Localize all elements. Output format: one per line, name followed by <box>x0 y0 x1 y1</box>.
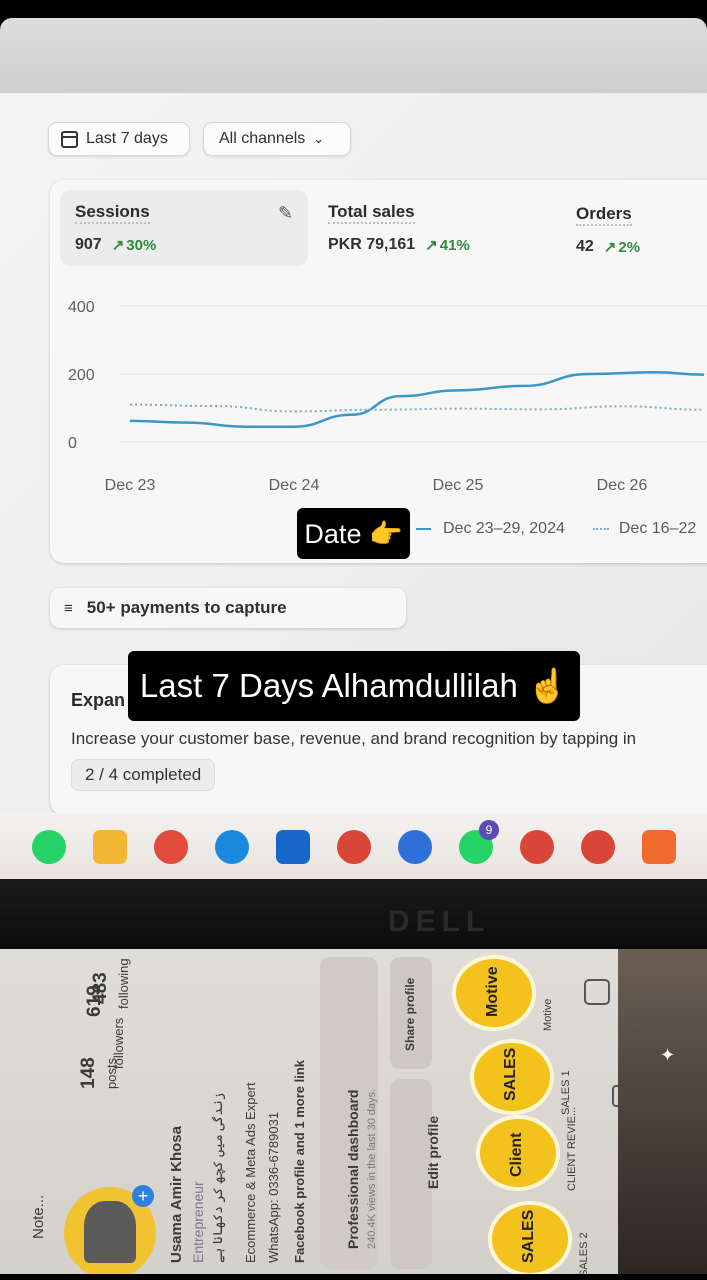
app-icon[interactable] <box>398 830 432 864</box>
trend-up-icon: ↗ <box>425 237 438 254</box>
chrome-icon[interactable] <box>520 830 554 864</box>
archive-icon[interactable] <box>584 979 610 1005</box>
main-caption-text: Last 7 Days Alhamdullilah ☝️ <box>139 666 569 704</box>
profile-category: Entrepreneur <box>190 1181 206 1263</box>
metric-label: Total sales <box>328 202 415 224</box>
chrome-profile-icon[interactable] <box>337 830 371 864</box>
legend-solid-swatch <box>416 528 431 530</box>
sessions-chart: 400 200 0 Dec 23 Dec 24 Dec 25 Dec 26 <box>68 299 707 494</box>
bio-link[interactable]: Facebook profile and 1 more link <box>292 1060 307 1263</box>
edge-icon[interactable] <box>215 830 249 864</box>
metric-value: PKR 79,161 <box>328 236 416 253</box>
story-highlight[interactable]: Client <box>476 1115 560 1191</box>
story-top-frame <box>0 18 707 93</box>
whatsapp-icon[interactable]: 9 <box>459 820 499 864</box>
date-sticker-text: Date 👉 <box>304 518 403 549</box>
store-icon[interactable] <box>276 830 310 864</box>
laptop-screen: Last 7 days All channels ⌄ Sessions ✎ 90… <box>0 93 707 813</box>
metric-value: 42 <box>576 238 594 255</box>
chrome-icon[interactable] <box>154 830 188 864</box>
story-highlight[interactable]: Motive <box>452 955 536 1031</box>
following-count: 483 <box>90 972 111 1004</box>
channels-dropdown[interactable]: All channels ⌄ <box>203 122 351 156</box>
bio-whatsapp-line: WhatsApp: 0336-6789031 <box>266 1111 281 1263</box>
windows-taskbar: 9 <box>0 813 707 879</box>
share-profile-label: Share profile <box>403 977 417 1051</box>
profile-name: Usama Amir Khosa <box>168 1126 185 1263</box>
phone-instagram-profile: + Note... 148 posts 619 followers 483 fo… <box>0 949 707 1274</box>
analytics-card: Sessions ✎ 907 ↗ 30% Total sales PKR 79,… <box>50 180 707 563</box>
highlight-badge-text: Client <box>508 1132 525 1177</box>
notification-badge: 9 <box>479 820 499 840</box>
highlight-badge-text: SALES <box>520 1209 537 1263</box>
main-caption-sticker: Last 7 Days Alhamdullilah ☝️ <box>128 651 580 721</box>
metric-change: 41% <box>439 236 470 254</box>
chevron-down-icon: ⌄ <box>313 131 325 146</box>
dashboard-title: Professional dashboard <box>345 1089 361 1249</box>
story-highlight[interactable]: SALES <box>488 1201 572 1274</box>
metric-change: 2% <box>618 238 641 256</box>
chart-legend: Dec 23–29, 2024 Dec 16–22 <box>416 520 696 538</box>
y-tick-label: 0 <box>68 435 77 452</box>
note-bubble[interactable]: Note... <box>30 1195 47 1239</box>
legend-previous-label: Dec 16–22 <box>618 520 697 537</box>
highlight-label: Motive <box>542 998 554 1031</box>
trend-up-icon: ↗ <box>603 239 617 256</box>
orders-metric[interactable]: Orders 42 ↗ 2% <box>576 204 640 256</box>
avatar-person-icon <box>84 1201 136 1263</box>
whatsapp-icon[interactable] <box>32 830 66 864</box>
pencil-icon[interactable]: ✎ <box>278 203 293 224</box>
file-explorer-icon[interactable] <box>93 830 127 864</box>
highlight-badge-text: Motive <box>484 966 501 1017</box>
date-range-label: Last 7 days <box>86 130 168 147</box>
profile-post-thumbnail[interactable] <box>618 949 707 1274</box>
progress-badge: 2 / 4 completed <box>71 759 216 791</box>
edit-profile-label: Edit profile <box>425 1115 441 1189</box>
payments-label: 50+ payments to capture <box>86 598 287 617</box>
sessions-metric[interactable]: Sessions ✎ 907 ↗ 30% <box>60 190 308 266</box>
legend-current-label: Dec 23–29, 2024 <box>443 520 565 537</box>
highlight-label: SALES 2 <box>578 1232 590 1274</box>
y-tick-label: 200 <box>68 367 95 384</box>
highlight-label: SALES 1 <box>560 1070 572 1115</box>
highlight-badge-text: SALES <box>502 1047 519 1101</box>
following-label: following <box>116 958 131 1009</box>
bio-expertise-line: Ecommerce & Meta Ads Expert <box>243 1082 258 1263</box>
legend-dotted-swatch <box>592 528 609 530</box>
downloader-icon[interactable] <box>642 830 676 864</box>
chrome-icon[interactable] <box>581 830 615 864</box>
add-story-icon[interactable]: + <box>132 1185 154 1207</box>
total-sales-metric[interactable]: Total sales PKR 79,161 ↗ 41% <box>328 202 470 254</box>
highlight-label: CLIENT REVIE... <box>566 1106 578 1191</box>
x-tick-label: Dec 23 <box>105 477 156 494</box>
x-tick-label: Dec 26 <box>597 477 648 494</box>
x-tick-label: Dec 24 <box>269 477 320 494</box>
payment-icon: ≡ <box>64 599 73 617</box>
metric-change: 30% <box>126 236 157 254</box>
trend-up-icon: ↗ <box>111 237 125 254</box>
x-tick-label: Dec 25 <box>433 477 484 494</box>
laptop-bezel: DELL <box>0 879 707 949</box>
followers-label: followers <box>111 1017 126 1069</box>
story-highlight[interactable]: SALES <box>470 1039 554 1115</box>
date-sticker: Date 👉 <box>297 508 410 559</box>
metric-label: Orders <box>576 204 632 226</box>
y-tick-label: 400 <box>68 299 95 316</box>
expand-title: Expan <box>71 690 126 710</box>
dashboard-subtitle: 240.4K views in the last 30 days. <box>366 1088 378 1249</box>
previous-period-line <box>129 403 705 413</box>
metric-label: Sessions <box>75 202 150 224</box>
pin-icon: ✦ <box>660 1045 676 1065</box>
bio-urdu-line: زندگی میں کچھ کر دکھانا ہے <box>210 1092 225 1263</box>
payments-to-capture-banner[interactable]: ≡ 50+ payments to capture <box>50 588 406 628</box>
metric-value: 907 <box>75 236 102 253</box>
channels-label: All channels <box>219 130 306 147</box>
calendar-icon <box>61 130 78 148</box>
expand-description: Increase your customer base, revenue, an… <box>71 729 637 748</box>
date-range-button[interactable]: Last 7 days <box>48 122 190 156</box>
laptop-brand-logo: DELL <box>388 905 491 938</box>
posts-count: 148 <box>78 1057 99 1089</box>
current-period-line <box>129 371 705 428</box>
